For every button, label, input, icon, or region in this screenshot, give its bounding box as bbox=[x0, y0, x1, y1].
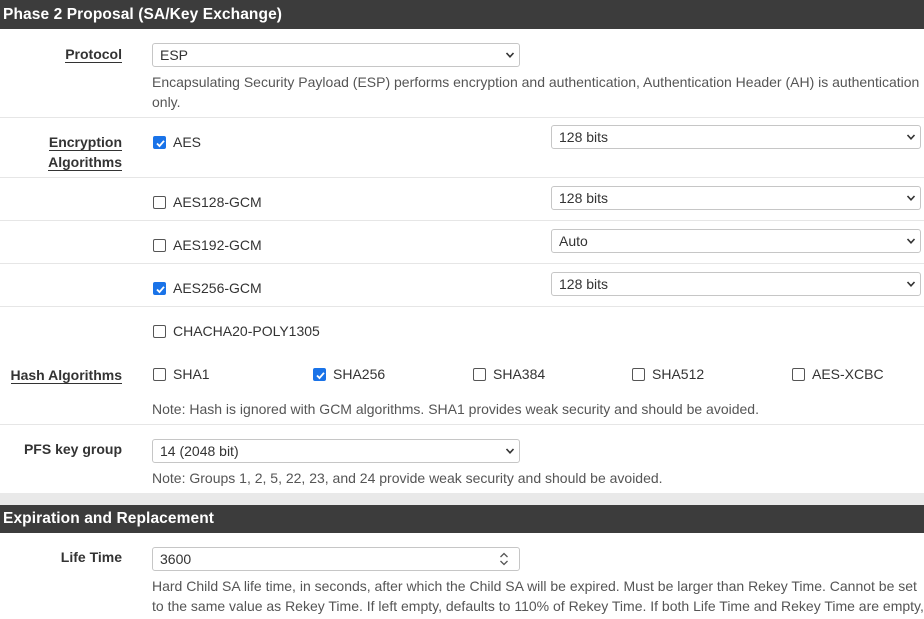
aes128gcm-keylen-select[interactable]: 128 bits bbox=[551, 186, 921, 210]
aes-checkbox[interactable] bbox=[153, 136, 166, 149]
aes192gcm-label: AES192-GCM bbox=[173, 237, 262, 253]
aes-xcbc-checkbox[interactable] bbox=[792, 368, 805, 381]
sha512-label: SHA512 bbox=[652, 366, 705, 382]
encryption-row-aes128gcm: AES128-GCM 128 bits bbox=[0, 178, 924, 221]
chevron-down-icon bbox=[505, 448, 515, 454]
aes192gcm-keylen-value: Auto bbox=[559, 233, 588, 249]
phase2-panel-heading: Phase 2 Proposal (SA/Key Exchange) bbox=[0, 0, 924, 29]
chevron-down-icon bbox=[906, 134, 916, 140]
lifetime-row: Life Time 3600 Hard Child SA life time, … bbox=[0, 533, 924, 619]
pfs-key-group-select[interactable]: 14 (2048 bit) bbox=[152, 439, 520, 463]
aes128gcm-checkbox[interactable] bbox=[153, 196, 166, 209]
chevron-down-icon bbox=[906, 238, 916, 244]
sha384-checkbox[interactable] bbox=[473, 368, 486, 381]
sha1-label: SHA1 bbox=[173, 366, 210, 382]
phase2-heading-title: Phase 2 Proposal (SA/Key Exchange) bbox=[3, 6, 283, 23]
aes256gcm-checkbox[interactable] bbox=[153, 282, 166, 295]
pfs-key-group-label: PFS key group bbox=[23, 441, 122, 457]
pfs-note: Note: Groups 1, 2, 5, 22, 23, and 24 pro… bbox=[152, 470, 663, 486]
chacha20-label: CHACHA20-POLY1305 bbox=[173, 323, 320, 339]
expiration-panel-heading: Expiration and Replacement bbox=[0, 505, 924, 533]
aes128gcm-label: AES128-GCM bbox=[173, 194, 262, 210]
sha256-checkbox[interactable] bbox=[313, 368, 326, 381]
aes192gcm-keylen-select[interactable]: Auto bbox=[551, 229, 921, 253]
check-icon bbox=[156, 140, 165, 148]
chacha20-checkbox[interactable] bbox=[153, 325, 166, 338]
lifetime-help-line1: Hard Child SA life time, in seconds, aft… bbox=[152, 578, 917, 594]
protocol-label: Protocol bbox=[65, 46, 122, 63]
sha1-checkbox[interactable] bbox=[153, 368, 166, 381]
encryption-row-aes192gcm: AES192-GCM Auto bbox=[0, 221, 924, 264]
sha512-checkbox[interactable] bbox=[632, 368, 645, 381]
encryption-algorithms-label: Encryption Algorithms bbox=[48, 132, 122, 172]
pfs-key-group-value: 14 (2048 bit) bbox=[160, 443, 239, 459]
spinner-icon[interactable] bbox=[497, 551, 511, 567]
chevron-down-icon bbox=[906, 195, 916, 201]
chevron-down-icon bbox=[505, 52, 515, 58]
sha256-label: SHA256 bbox=[333, 366, 386, 382]
check-icon bbox=[316, 372, 325, 380]
expiration-heading-title: Expiration and Replacement bbox=[3, 510, 215, 527]
hash-algorithms-row: Hash Algorithms SHA1 SHA256 SHA384 SHA51… bbox=[0, 350, 924, 425]
hash-note: Note: Hash is ignored with GCM algorithm… bbox=[152, 401, 759, 417]
aes256gcm-label: AES256-GCM bbox=[173, 280, 262, 296]
aes256gcm-keylen-value: 128 bits bbox=[559, 276, 609, 292]
lifetime-help: Hard Child SA life time, in seconds, aft… bbox=[152, 576, 924, 616]
lifetime-input[interactable]: 3600 bbox=[152, 547, 520, 571]
protocol-help-line1: Encapsulating Security Payload (ESP) per… bbox=[152, 74, 920, 90]
chevron-down-icon bbox=[906, 281, 916, 287]
protocol-select-value: ESP bbox=[160, 47, 189, 63]
aes192gcm-checkbox[interactable] bbox=[153, 239, 166, 252]
panel-gap bbox=[0, 493, 924, 505]
lifetime-help-line2: to the same value as Rekey Time. If left… bbox=[152, 598, 924, 614]
aes-keylen-select[interactable]: 128 bits bbox=[551, 125, 921, 149]
check-icon bbox=[156, 286, 165, 294]
aes128gcm-keylen-value: 128 bits bbox=[559, 190, 609, 206]
encryption-label-line2: Algorithms bbox=[48, 154, 122, 171]
sha384-label: SHA384 bbox=[493, 366, 546, 382]
protocol-help-line2: only. bbox=[152, 94, 181, 110]
encryption-row-chacha20: CHACHA20-POLY1305 bbox=[0, 307, 924, 350]
encryption-label-line1: Encryption bbox=[48, 134, 122, 151]
protocol-select[interactable]: ESP bbox=[152, 43, 520, 67]
protocol-help: Encapsulating Security Payload (ESP) per… bbox=[152, 72, 924, 112]
aes256gcm-keylen-select[interactable]: 128 bits bbox=[551, 272, 921, 296]
aes-xcbc-label: AES-XCBC bbox=[812, 366, 884, 382]
encryption-row-aes: Encryption Algorithms AES 128 bits bbox=[0, 118, 924, 178]
hash-algorithms-label: Hash Algorithms bbox=[10, 367, 122, 384]
aes-keylen-value: 128 bits bbox=[559, 129, 609, 145]
encryption-row-aes256gcm: AES256-GCM 128 bits bbox=[0, 264, 924, 307]
aes-label: AES bbox=[173, 134, 202, 150]
pfs-key-group-row: PFS key group 14 (2048 bit) Note: Groups… bbox=[0, 425, 924, 493]
protocol-row: Protocol ESP Encapsulating Security Payl… bbox=[0, 29, 924, 118]
lifetime-input-value: 3600 bbox=[160, 551, 192, 567]
lifetime-label: Life Time bbox=[60, 549, 122, 565]
